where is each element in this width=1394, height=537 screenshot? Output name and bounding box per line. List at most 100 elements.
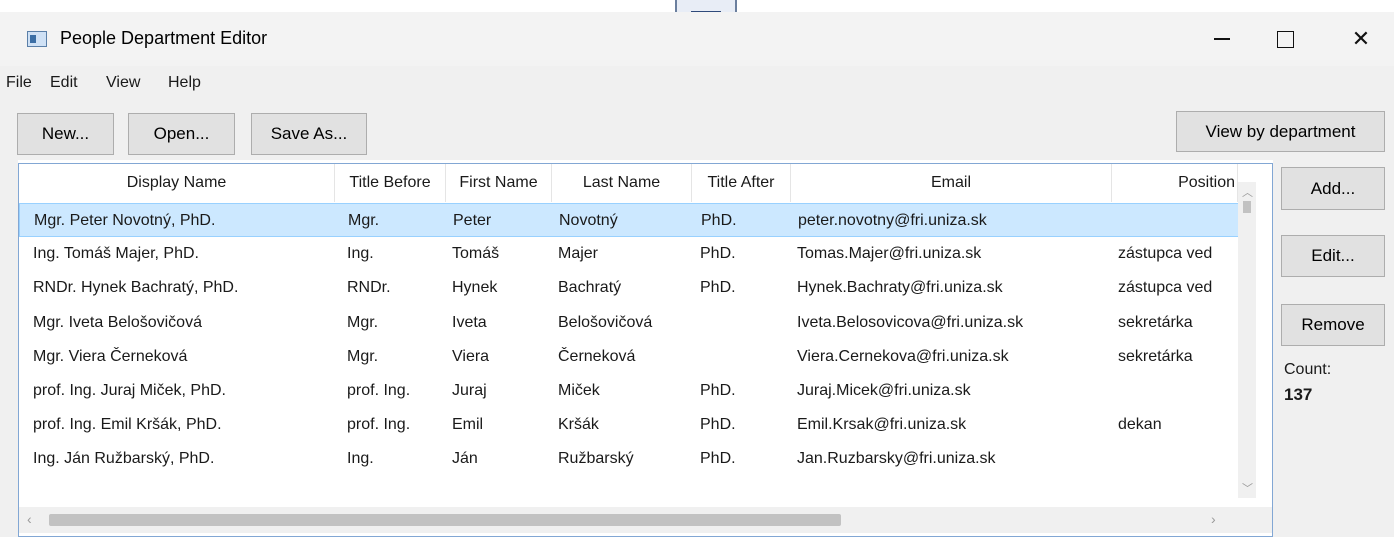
- table-cell: PhD.: [700, 245, 736, 263]
- table-cell: Bachratý: [558, 279, 622, 297]
- close-button[interactable]: ✕: [1333, 12, 1389, 66]
- window-title: People Department Editor: [60, 28, 268, 48]
- table-cell: Iveta.Belosovicova@fri.uniza.sk: [797, 313, 1024, 331]
- column-header[interactable]: Position: [1112, 164, 1238, 202]
- remove-button[interactable]: Remove: [1281, 304, 1385, 346]
- count-label: Count:: [1284, 361, 1332, 378]
- table-row[interactable]: Ing. Tomáš Majer, PhD. Ing. Tomáš Majer PhD.…: [19, 237, 1256, 271]
- table-cell: PhD.: [700, 450, 736, 468]
- table-cell: PhD.: [701, 212, 737, 229]
- table-cell: Hynek.Bachraty@fri.uniza.sk: [797, 279, 1003, 297]
- table-cell: Juraj.Micek@fri.uniza.sk: [797, 382, 971, 399]
- column-header[interactable]: Display Name: [19, 164, 335, 202]
- table-cell: PhD.: [700, 279, 736, 297]
- table-cell: prof. Ing. Emil Kršák, PhD.: [33, 416, 222, 434]
- menu-view[interactable]: View: [106, 74, 140, 92]
- horizontal-scroll-thumb[interactable]: [49, 514, 841, 526]
- side-panel: [1273, 160, 1394, 537]
- scroll-corner: [1256, 507, 1272, 533]
- main-window: People Department Editor ✕ File Edit Vie…: [0, 0, 1394, 537]
- vertical-scrollbar[interactable]: ︿ ﹀: [1238, 182, 1256, 498]
- table-cell: PhD.: [700, 416, 736, 434]
- table-cell: Viera.Cernekova@fri.uniza.sk: [797, 347, 1009, 365]
- table-cell: PhD.: [700, 382, 736, 399]
- table-cell: RNDr.: [347, 279, 391, 297]
- table-cell: prof. Ing.: [347, 416, 411, 434]
- grid-header: Display Name Title Before First Name Last N…: [19, 164, 1256, 202]
- table-cell: peter.novotny@fri.uniza.sk: [798, 212, 987, 229]
- app-window-icon: [27, 31, 47, 47]
- count-value: 137: [1284, 385, 1313, 404]
- table-cell: sekretárka: [1118, 313, 1193, 331]
- title-bar: People Department Editor ✕: [0, 12, 1394, 66]
- menu-bar: File Edit View Help: [0, 66, 1394, 100]
- save-as-button[interactable]: Save As...: [251, 113, 367, 155]
- table-cell: Mgr. Iveta Belošovičová: [33, 313, 202, 331]
- table-cell: Mgr. Peter Novotný, PhD.: [34, 212, 216, 229]
- edit-button[interactable]: Edit...: [1281, 235, 1385, 277]
- table-row[interactable]: Mgr. Viera Černeková Mgr. Viera Černeková Vi…: [19, 340, 1256, 374]
- table-cell: Mgr.: [347, 347, 379, 365]
- table-cell: Kršák: [558, 416, 599, 434]
- table-cell: [1118, 442, 1238, 476]
- table-cell: sekretárka: [1118, 347, 1193, 365]
- table-cell: Ing. Tomáš Majer, PhD.: [33, 245, 199, 263]
- table-cell: Hynek: [452, 279, 498, 297]
- column-header[interactable]: Title After: [692, 164, 791, 202]
- table-row[interactable]: RNDr. Hynek Bachratý, PhD. RNDr. Hynek Bach…: [19, 271, 1256, 305]
- new-button[interactable]: New...: [17, 113, 114, 155]
- minimize-button[interactable]: [1194, 12, 1250, 66]
- column-header[interactable]: Email: [791, 164, 1112, 202]
- table-cell: RNDr. Hynek Bachratý, PhD.: [33, 279, 239, 297]
- table-cell: Mgr. Viera Černeková: [33, 347, 188, 365]
- table-cell: Emil.Krsak@fri.uniza.sk: [797, 416, 967, 434]
- table-cell: Jan.Ruzbarsky@fri.uniza.sk: [797, 450, 996, 468]
- table-row[interactable]: Mgr. Iveta Belošovičová Mgr. Iveta Belošovi…: [19, 306, 1256, 340]
- table-row[interactable]: prof. Ing. Emil Kršák, PhD. prof. Ing. Emi…: [19, 408, 1256, 442]
- table-cell: prof. Ing.: [347, 382, 411, 399]
- vertical-scroll-thumb[interactable]: [1243, 201, 1251, 213]
- table-cell: [1119, 204, 1239, 238]
- menu-file[interactable]: File: [6, 74, 32, 92]
- table-cell: Mgr.: [348, 212, 380, 229]
- horizontal-scrollbar[interactable]: ‹ ›: [19, 507, 1256, 533]
- table-cell: Viera: [452, 347, 490, 365]
- menu-edit[interactable]: Edit: [50, 74, 78, 92]
- column-header[interactable]: First Name: [446, 164, 552, 202]
- scroll-up-icon[interactable]: ︿: [1242, 184, 1253, 200]
- table-cell: Juraj: [452, 382, 487, 399]
- table-cell: prof. Ing. Juraj Miček, PhD.: [33, 382, 226, 399]
- people-data-grid[interactable]: Display Name Title Before First Name Last N…: [18, 163, 1273, 537]
- table-cell: Majer: [558, 245, 599, 263]
- table-cell: Iveta: [452, 313, 487, 331]
- scroll-down-icon[interactable]: ﹀: [1242, 480, 1253, 496]
- table-cell: Mgr.: [347, 313, 379, 331]
- table-row[interactable]: Mgr. Peter Novotný, PhD. Mgr. Peter Novotný…: [19, 203, 1256, 237]
- table-cell: Novotný: [559, 212, 618, 229]
- left-margin: [0, 160, 18, 537]
- table-cell: Belošovičová: [558, 313, 653, 331]
- table-cell: Ing. Ján Ružbarský, PhD.: [33, 450, 215, 468]
- column-header[interactable]: Title Before: [335, 164, 446, 202]
- table-cell: Peter: [453, 212, 492, 229]
- menu-help[interactable]: Help: [168, 74, 201, 92]
- table-cell: [1118, 374, 1238, 408]
- scroll-right-icon[interactable]: ›: [1211, 511, 1216, 527]
- table-cell: Ružbarský: [558, 450, 634, 468]
- table-row[interactable]: prof. Ing. Juraj Miček, PhD. prof. Ing. Ju…: [19, 374, 1256, 408]
- table-cell: Ing.: [347, 450, 374, 468]
- table-cell: Ján: [452, 450, 478, 468]
- column-header[interactable]: Last Name: [552, 164, 692, 202]
- open-button[interactable]: Open...: [128, 113, 235, 155]
- table-cell: dekan: [1118, 416, 1162, 434]
- view-by-department-button[interactable]: View by department: [1176, 111, 1385, 152]
- scroll-left-icon[interactable]: ‹: [27, 511, 32, 527]
- table-cell: [700, 340, 791, 374]
- table-cell: Ing.: [347, 245, 374, 263]
- close-icon: ✕: [1351, 26, 1371, 51]
- table-row[interactable]: Ing. Ján Ružbarský, PhD. Ing. Ján Ružbarský…: [19, 442, 1256, 476]
- table-cell: zástupca ved: [1118, 245, 1213, 263]
- maximize-button[interactable]: [1257, 12, 1313, 66]
- add-button[interactable]: Add...: [1281, 167, 1385, 210]
- table-cell: [700, 306, 791, 340]
